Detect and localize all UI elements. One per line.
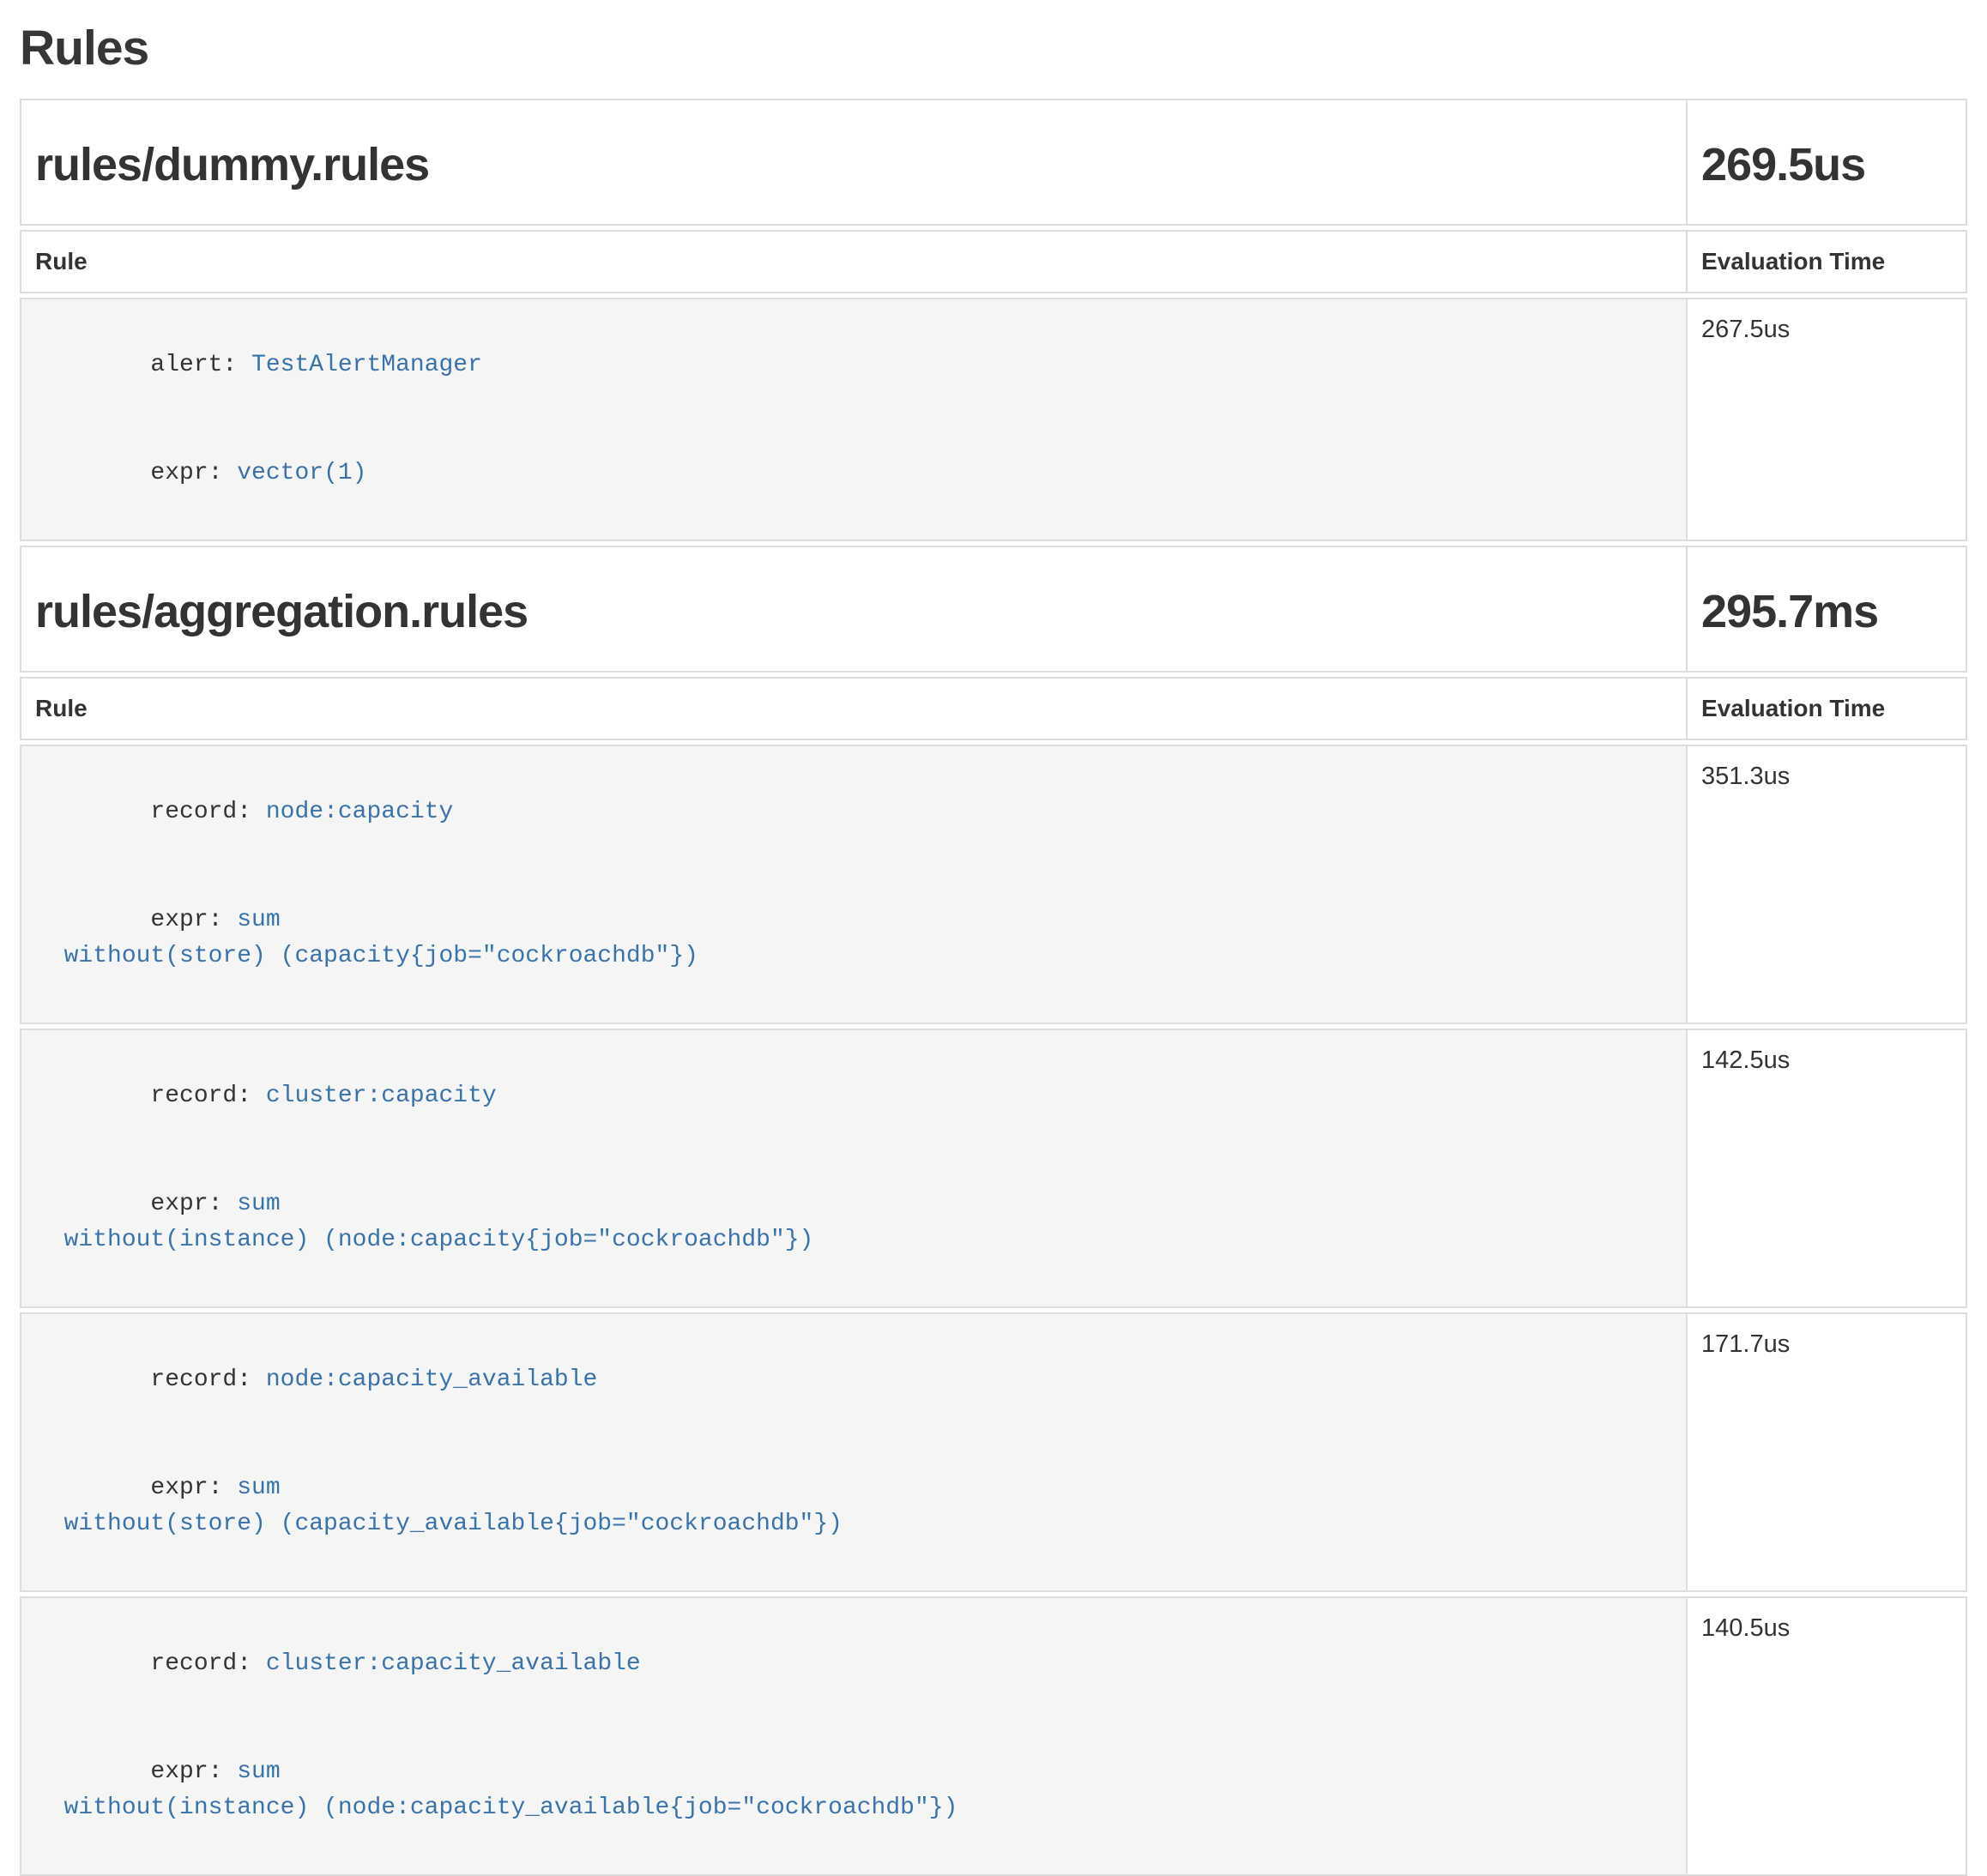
rule-row: record:node:capacity expr:sum without(st… (20, 745, 1967, 1024)
rule-keyword: record: (150, 1366, 265, 1393)
rule-row: record:cluster:capacity expr:sum without… (20, 1028, 1967, 1308)
rule-group-name: rules/aggregation.rules (35, 585, 1672, 638)
rules-table: rules/dummy.rules 269.5us Rule Evaluatio… (20, 99, 1967, 1876)
rule-eval-time: 142.5us (1686, 1028, 1967, 1308)
rule-group-eval-time: 269.5us (1701, 138, 1952, 191)
expr-keyword: expr: (150, 907, 237, 933)
rule-name-link[interactable]: node:capacity (266, 799, 453, 825)
rule-keyword: record: (150, 1083, 265, 1109)
rule-row: record:node:capacity_available expr:sum … (20, 1312, 1967, 1592)
rule-name-link[interactable]: cluster:capacity_available (266, 1650, 641, 1677)
rule-eval-time: 351.3us (1686, 745, 1967, 1024)
expr-line: expr:sum without(instance) (node:capacit… (35, 1150, 1672, 1294)
rule-group-eval-time-cell: 269.5us (1686, 99, 1967, 226)
rule-name-link[interactable]: cluster:capacity (266, 1083, 497, 1109)
expr-keyword: expr: (150, 1191, 237, 1217)
expr-keyword: expr: (150, 1758, 237, 1785)
rule-group-header-row: rules/dummy.rules 269.5us (20, 99, 1967, 226)
column-header-row: Rule Evaluation Time (20, 677, 1967, 740)
eval-time-column-header: Evaluation Time (1686, 677, 1967, 740)
rule-group-name-cell: rules/dummy.rules (20, 99, 1686, 226)
expr-keyword: expr: (150, 1475, 237, 1501)
expr-link[interactable]: vector(1) (237, 460, 366, 486)
expr-line: expr:vector(1) (35, 419, 1672, 528)
rule-line: record:cluster:capacity_available (35, 1610, 1672, 1718)
rule-eval-time: 140.5us (1686, 1596, 1967, 1876)
rule-group-name: rules/dummy.rules (35, 138, 1672, 191)
rule-group-header-row: rules/aggregation.rules 295.7ms (20, 546, 1967, 673)
rule-row: alert:TestAlertManager expr:vector(1) 26… (20, 298, 1967, 541)
rule-column-header: Rule (20, 677, 1686, 740)
expr-line: expr:sum without(instance) (node:capacit… (35, 1718, 1672, 1862)
rule-column-header: Rule (20, 230, 1686, 293)
expr-link[interactable]: sum without(store) (capacity{job="cockro… (35, 907, 698, 969)
rule-name-link[interactable]: TestAlertManager (251, 352, 482, 378)
rule-line: record:node:capacity (35, 758, 1672, 866)
rule-eval-time: 267.5us (1686, 298, 1967, 541)
rule-group-eval-time-cell: 295.7ms (1686, 546, 1967, 673)
rule-line: record:node:capacity_available (35, 1326, 1672, 1434)
rule-row: record:cluster:capacity_available expr:s… (20, 1596, 1967, 1876)
rule-group-eval-time: 295.7ms (1701, 585, 1952, 638)
rule-definition-cell: record:cluster:capacity expr:sum without… (20, 1028, 1686, 1308)
rule-definition-cell: record:cluster:capacity_available expr:s… (20, 1596, 1686, 1876)
rule-definition-cell: alert:TestAlertManager expr:vector(1) (20, 298, 1686, 541)
rule-group-name-cell: rules/aggregation.rules (20, 546, 1686, 673)
rule-definition-cell: record:node:capacity_available expr:sum … (20, 1312, 1686, 1592)
page-title: Rules (20, 23, 1967, 73)
rule-eval-time: 171.7us (1686, 1312, 1967, 1592)
rule-definition-cell: record:node:capacity expr:sum without(st… (20, 745, 1686, 1024)
expr-line: expr:sum without(store) (capacity_availa… (35, 1434, 1672, 1578)
rule-keyword: record: (150, 1650, 265, 1677)
rule-keyword: alert: (150, 352, 251, 378)
rule-name-link[interactable]: node:capacity_available (266, 1366, 597, 1393)
rule-keyword: record: (150, 799, 265, 825)
eval-time-column-header: Evaluation Time (1686, 230, 1967, 293)
rule-line: alert:TestAlertManager (35, 311, 1672, 419)
expr-keyword: expr: (150, 460, 237, 486)
rule-line: record:cluster:capacity (35, 1042, 1672, 1150)
expr-line: expr:sum without(store) (capacity{job="c… (35, 866, 1672, 1010)
column-header-row: Rule Evaluation Time (20, 230, 1967, 293)
